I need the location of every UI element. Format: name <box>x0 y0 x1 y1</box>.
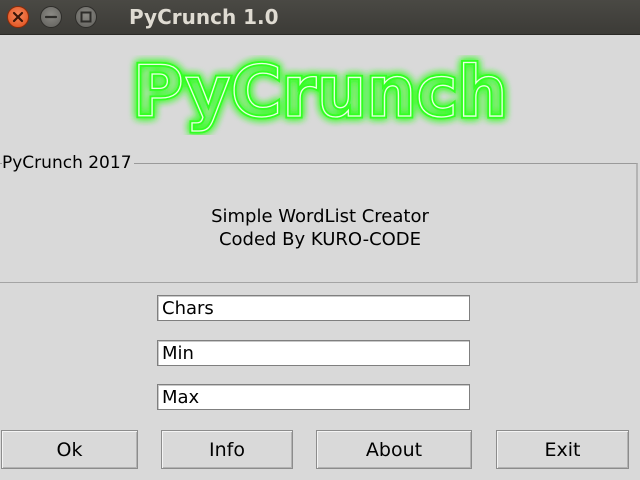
logo-text-highlight: PyCrunch <box>132 55 507 133</box>
minimize-icon <box>44 15 58 19</box>
chars-input[interactable] <box>157 295 470 321</box>
group-description: Simple WordList Creator <box>211 206 429 227</box>
min-input[interactable] <box>157 340 470 366</box>
group-legend: PyCrunch 2017 <box>2 152 134 174</box>
close-icon <box>12 11 24 23</box>
ok-button[interactable]: Ok <box>1 430 138 469</box>
pycrunch-logo: PyCrunch PyCrunch <box>130 55 510 135</box>
title-bar: PyCrunch 1.0 <box>0 0 640 35</box>
group-credits: Coded By KURO-CODE <box>218 229 422 250</box>
maximize-window-button[interactable] <box>75 6 97 28</box>
window-title: PyCrunch 1.0 <box>129 5 279 29</box>
about-button[interactable]: About <box>316 430 472 469</box>
close-window-button[interactable] <box>7 6 29 28</box>
info-button[interactable]: Info <box>161 430 293 469</box>
exit-button[interactable]: Exit <box>496 430 629 469</box>
maximize-icon <box>80 11 92 23</box>
max-input[interactable] <box>157 384 470 410</box>
minimize-window-button[interactable] <box>40 6 62 28</box>
